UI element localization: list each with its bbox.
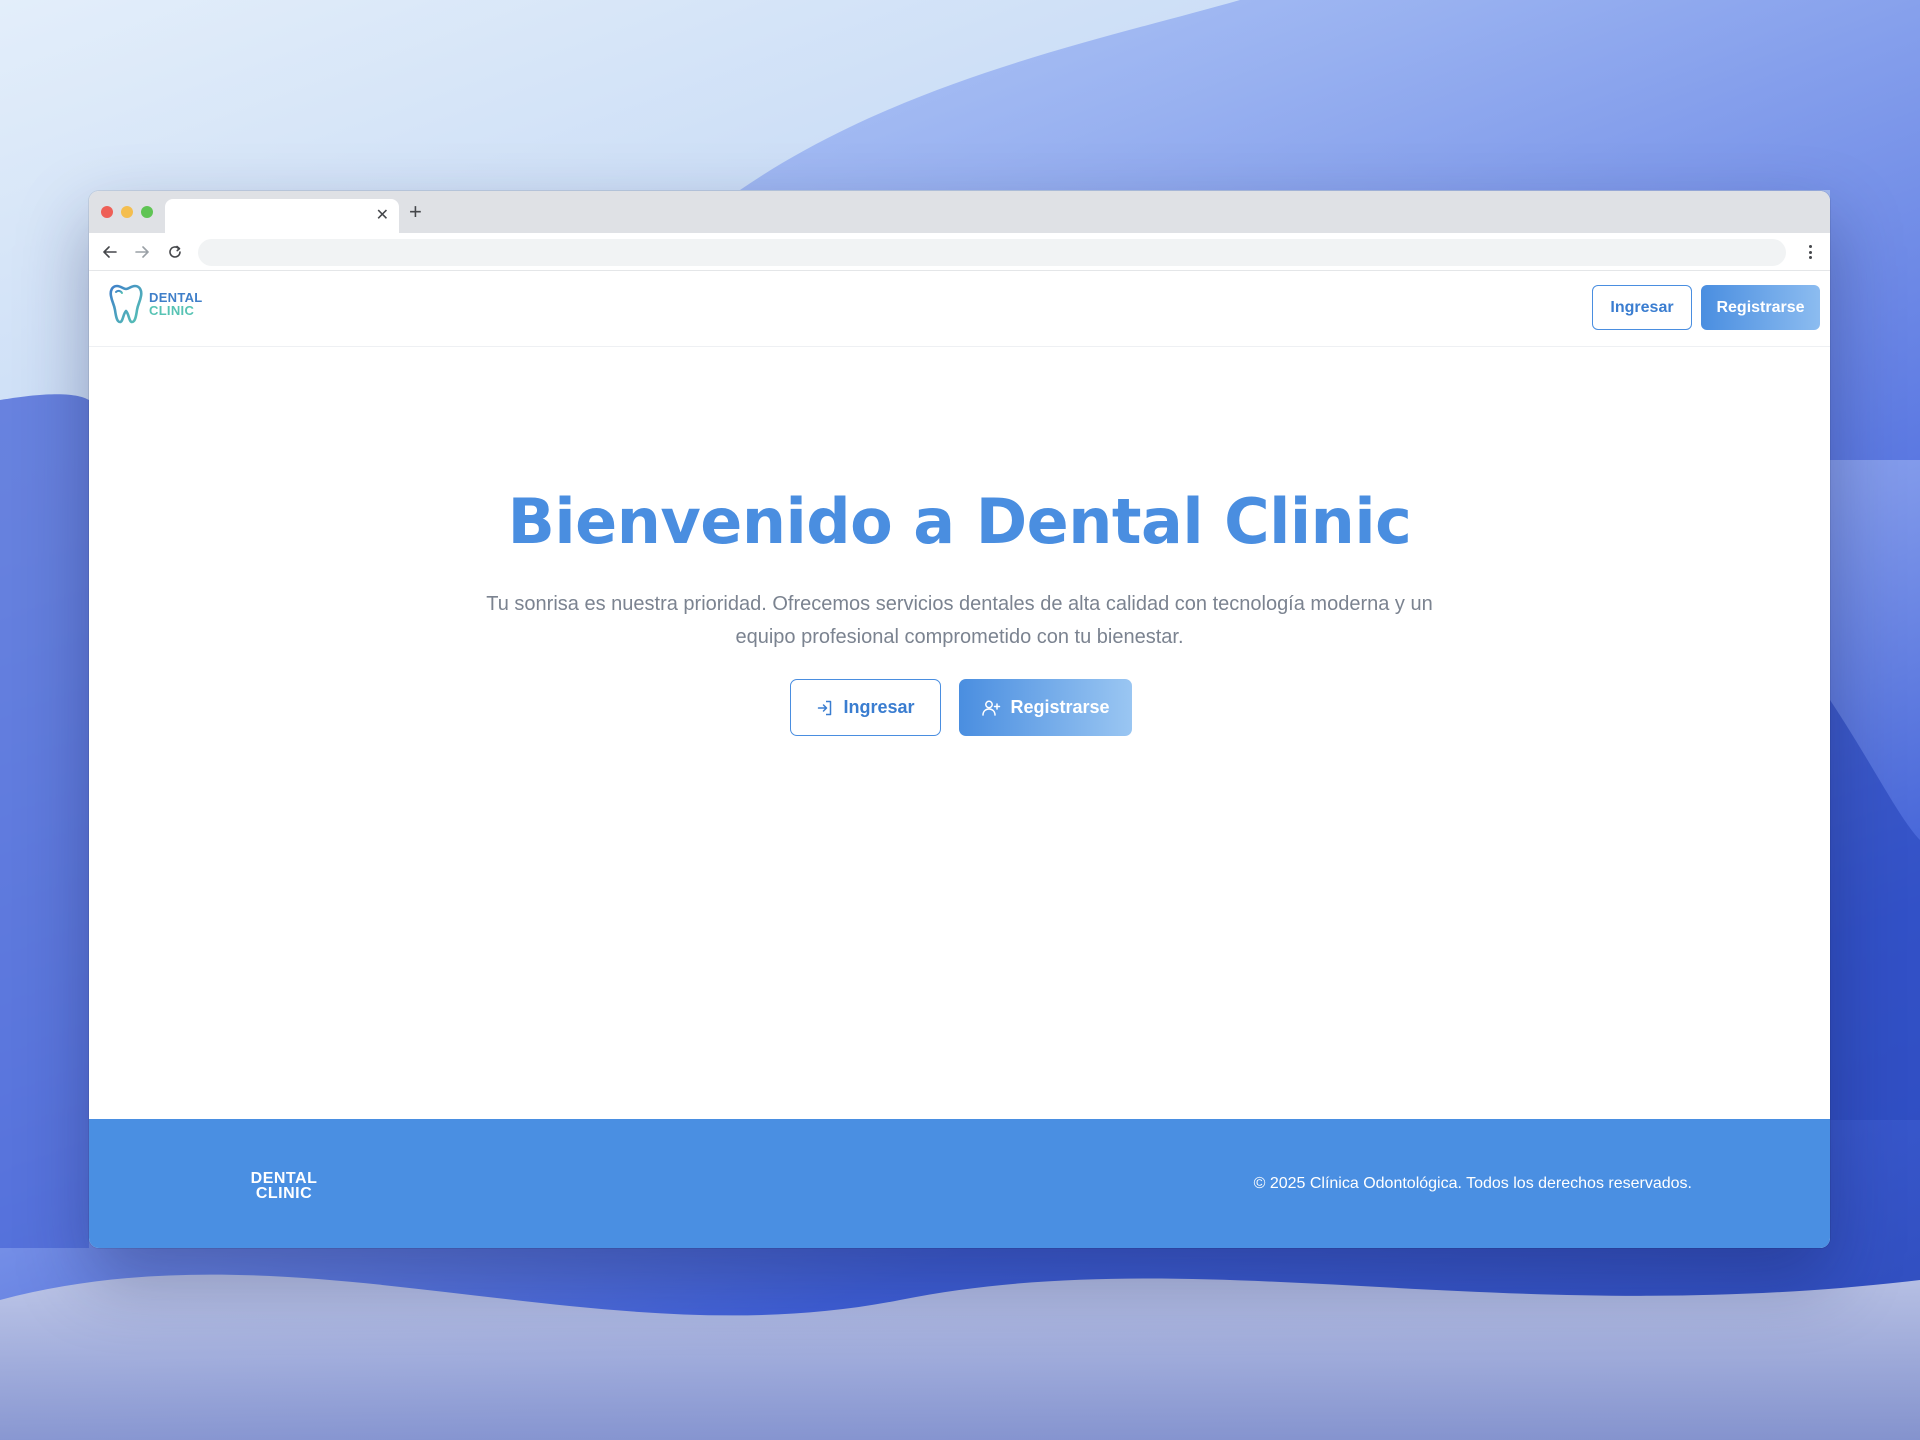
reload-icon[interactable] (164, 241, 186, 263)
user-plus-icon (982, 700, 1001, 716)
footer-copyright: © 2025 Clínica Odontológica. Todos los d… (1253, 1175, 1692, 1192)
logo-line-clinic: CLINIC (149, 303, 195, 318)
hero-login-button[interactable]: Ingresar (790, 679, 941, 736)
header-login-button[interactable]: Ingresar (1592, 285, 1692, 330)
login-icon (818, 700, 832, 715)
new-tab-button[interactable]: + (409, 199, 422, 225)
header-register-button[interactable]: Registrarse (1701, 285, 1820, 330)
forward-arrow-icon[interactable] (131, 241, 153, 263)
footer-logo-line-clinic: CLINIC (255, 1185, 313, 1202)
browser-toolbar (89, 233, 1830, 271)
browser-tab[interactable]: ✕ (165, 199, 399, 233)
browser-tab-bar: ✕ + (89, 191, 1830, 233)
window-close-button[interactable] (101, 206, 113, 218)
hero-title: Bienvenido a Dental Clinic (507, 485, 1412, 558)
footer-logo: DENTAL CLINIC (249, 1170, 319, 1202)
tab-close-icon[interactable]: ✕ (376, 205, 389, 225)
back-arrow-icon[interactable] (99, 241, 121, 263)
browser-window: ✕ + DENTAL CLINIC Ingresar Registrarse B… (89, 191, 1830, 1248)
site-header: DENTAL CLINIC Ingresar Registrarse (89, 271, 1830, 347)
hero-section: Bienvenido a Dental Clinic Tu sonrisa es… (89, 347, 1830, 1110)
hero-subtitle: Tu sonrisa es nuestra prioridad. Ofrecem… (486, 593, 1433, 648)
browser-menu-icon[interactable] (1802, 242, 1818, 262)
hero-register-button[interactable]: Registrarse (959, 679, 1132, 736)
hero-login-label: Ingresar (843, 697, 915, 717)
hero-register-label: Registrarse (1010, 697, 1110, 717)
window-minimize-button[interactable] (121, 206, 133, 218)
address-bar-input[interactable] (198, 239, 1786, 266)
logo-wordmark: DENTAL CLINIC (149, 291, 203, 317)
header-logo[interactable]: DENTAL CLINIC (108, 283, 203, 325)
window-maximize-button[interactable] (141, 206, 153, 218)
site-footer: DENTAL CLINIC © 2025 Clínica Odontológic… (89, 1119, 1830, 1248)
tooth-icon (109, 284, 143, 324)
footer-logo-line-dental: DENTAL (250, 1170, 318, 1187)
